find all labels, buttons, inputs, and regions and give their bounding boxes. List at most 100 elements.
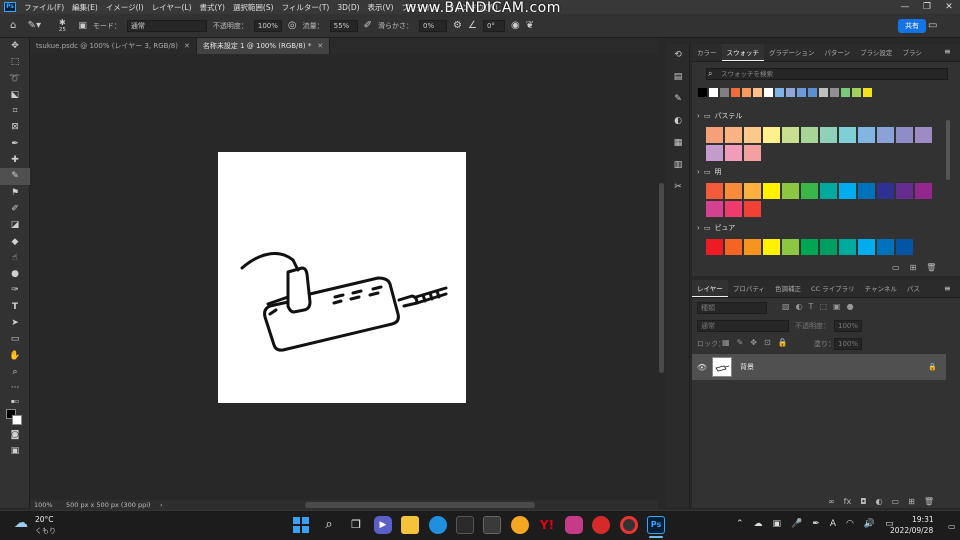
recent-swatch[interactable] bbox=[852, 88, 861, 97]
home-icon[interactable]: ⌂ bbox=[10, 20, 16, 32]
type-tool-icon[interactable]: T bbox=[0, 299, 30, 315]
menu-image[interactable]: イメージ(I) bbox=[102, 2, 148, 13]
lock-pixels-icon[interactable]: ✎ bbox=[737, 338, 744, 347]
swatch-search-input[interactable]: スウォッチを検索 bbox=[706, 68, 948, 80]
search-icon[interactable]: ⌕ bbox=[906, 20, 912, 32]
color-swatches-icon[interactable] bbox=[0, 407, 30, 427]
background-color[interactable] bbox=[12, 414, 22, 425]
start-button-icon[interactable] bbox=[292, 516, 310, 534]
vertical-scrollbar[interactable] bbox=[659, 183, 664, 373]
swatch-group-pastel[interactable]: › ▭ パステル bbox=[697, 110, 742, 122]
close-icon[interactable]: ✕ bbox=[938, 0, 960, 14]
horizontal-scrollbar[interactable] bbox=[305, 502, 535, 508]
recent-swatch[interactable] bbox=[863, 88, 872, 97]
color-swatch[interactable] bbox=[915, 183, 932, 199]
smoothing-field[interactable]: 0% bbox=[419, 19, 447, 32]
layer-name[interactable]: 背景 bbox=[740, 362, 928, 372]
opacity-field[interactable]: 100% bbox=[253, 19, 282, 32]
bandicam-icon[interactable] bbox=[620, 516, 638, 534]
tab-channels[interactable]: チャンネル bbox=[860, 280, 902, 297]
color-swatch[interactable] bbox=[858, 127, 875, 143]
frame-tool-icon[interactable]: ⊠ bbox=[0, 119, 30, 135]
recent-swatch[interactable] bbox=[775, 88, 784, 97]
color-swatch[interactable] bbox=[896, 127, 913, 143]
color-swatch[interactable] bbox=[706, 183, 723, 199]
brush-tool-icon[interactable]: ✎ bbox=[0, 168, 30, 185]
menu-select[interactable]: 選択範囲(S) bbox=[229, 2, 278, 13]
recent-swatch[interactable] bbox=[819, 88, 828, 97]
comments-icon[interactable]: ▤ bbox=[666, 66, 690, 88]
move-tool-icon[interactable]: ✥ bbox=[0, 38, 30, 54]
recent-swatch[interactable] bbox=[742, 88, 751, 97]
lock-artboard-icon[interactable]: ⊡ bbox=[764, 338, 771, 347]
lock-position-icon[interactable]: ✥ bbox=[750, 338, 757, 347]
color-swatch[interactable] bbox=[744, 201, 761, 217]
color-swatch[interactable] bbox=[744, 127, 761, 143]
color-swatch[interactable] bbox=[839, 183, 856, 199]
brush-settings-icon[interactable]: ▣ bbox=[78, 20, 87, 32]
menu-view[interactable]: 表示(V) bbox=[364, 2, 398, 13]
quick-mask-icon[interactable]: ◙ bbox=[0, 427, 30, 443]
ime-indicator[interactable]: A bbox=[830, 519, 836, 529]
swatch-scrollbar[interactable] bbox=[946, 120, 950, 180]
color-swatch[interactable] bbox=[877, 183, 894, 199]
color-swatch[interactable] bbox=[896, 183, 913, 199]
object-selection-tool-icon[interactable]: ⬕ bbox=[0, 87, 30, 103]
antivirus-icon[interactable] bbox=[592, 516, 610, 534]
adjustments-icon[interactable]: ◐ bbox=[666, 110, 690, 132]
color-swatch[interactable] bbox=[782, 127, 799, 143]
notification-icon[interactable]: ▭ bbox=[948, 522, 956, 531]
wifi-icon[interactable]: ◠ bbox=[846, 519, 854, 529]
healing-brush-tool-icon[interactable]: ✚ bbox=[0, 152, 30, 168]
zoom-tool-icon[interactable]: ⌕ bbox=[0, 364, 30, 380]
tab-paths[interactable]: パス bbox=[902, 280, 925, 297]
tab-adjustments[interactable]: 色調補正 bbox=[770, 280, 806, 297]
hand-tool-icon[interactable]: ✋ bbox=[0, 348, 30, 364]
document-canvas[interactable] bbox=[218, 152, 466, 403]
gpu-icon[interactable]: ▣ bbox=[773, 519, 782, 529]
brush-panel-icon[interactable]: ✎ bbox=[666, 88, 690, 110]
crop-tool-icon[interactable]: ⌗ bbox=[0, 103, 30, 119]
clock-date[interactable]: 2022/09/28 bbox=[890, 526, 933, 535]
color-swatch[interactable] bbox=[763, 239, 780, 255]
color-swatch[interactable] bbox=[744, 239, 761, 255]
dodge-tool-icon[interactable]: ● bbox=[0, 266, 30, 282]
color-swatch[interactable] bbox=[839, 127, 856, 143]
history-brush-tool-icon[interactable]: ✐ bbox=[0, 201, 30, 217]
color-swatch[interactable] bbox=[801, 239, 818, 255]
volume-icon[interactable]: 🔊 bbox=[864, 519, 875, 529]
new-group-icon[interactable]: ▭ bbox=[892, 497, 900, 506]
recent-swatch[interactable] bbox=[830, 88, 839, 97]
link-layers-icon[interactable]: ∞ bbox=[828, 497, 835, 506]
color-swatch[interactable] bbox=[820, 239, 837, 255]
fill-field[interactable]: 100% bbox=[834, 338, 862, 350]
libraries-icon[interactable]: ▥ bbox=[666, 154, 690, 176]
opacity-pressure-icon[interactable]: ◎ bbox=[288, 20, 297, 32]
shape-filter-icon[interactable]: ⬚ bbox=[819, 302, 827, 311]
recent-swatch[interactable] bbox=[786, 88, 795, 97]
photoshop-taskbar-icon[interactable]: Ps bbox=[647, 516, 665, 534]
tab-layers[interactable]: レイヤー bbox=[692, 280, 728, 297]
tab-properties[interactable]: プロパティ bbox=[728, 280, 770, 297]
color-swatch[interactable] bbox=[725, 201, 742, 217]
path-selection-tool-icon[interactable]: ➤ bbox=[0, 315, 30, 331]
weather-cloud-icon[interactable]: ☁ bbox=[14, 515, 28, 531]
swatch-group-bright[interactable]: › ▭ 明 bbox=[697, 166, 721, 178]
task-view-icon[interactable]: ❐ bbox=[347, 516, 365, 534]
default-colors-icon[interactable]: ▪▫ bbox=[0, 397, 30, 407]
color-swatch[interactable] bbox=[744, 145, 761, 161]
menu-layer[interactable]: レイヤー(L) bbox=[148, 2, 196, 13]
color-swatch[interactable] bbox=[782, 183, 799, 199]
pen-icon[interactable]: ✒ bbox=[812, 519, 820, 529]
color-swatch[interactable] bbox=[706, 127, 723, 143]
minimize-icon[interactable]: — bbox=[894, 0, 916, 14]
airbrush-icon[interactable]: ✐ bbox=[364, 20, 372, 32]
delete-icon[interactable]: 🗑 bbox=[926, 263, 936, 272]
zoom-level[interactable]: 100% bbox=[30, 501, 60, 509]
panel-menu-icon[interactable]: ≡ bbox=[944, 283, 951, 295]
tab-gradients[interactable]: グラデーション bbox=[764, 44, 819, 61]
history-icon[interactable]: ⟲ bbox=[666, 44, 690, 66]
more-tools-icon[interactable]: ··· bbox=[0, 380, 30, 396]
clone-stamp-tool-icon[interactable]: ⚑ bbox=[0, 185, 30, 201]
brush-preset-picker[interactable]: ✱ 25 bbox=[52, 18, 72, 33]
